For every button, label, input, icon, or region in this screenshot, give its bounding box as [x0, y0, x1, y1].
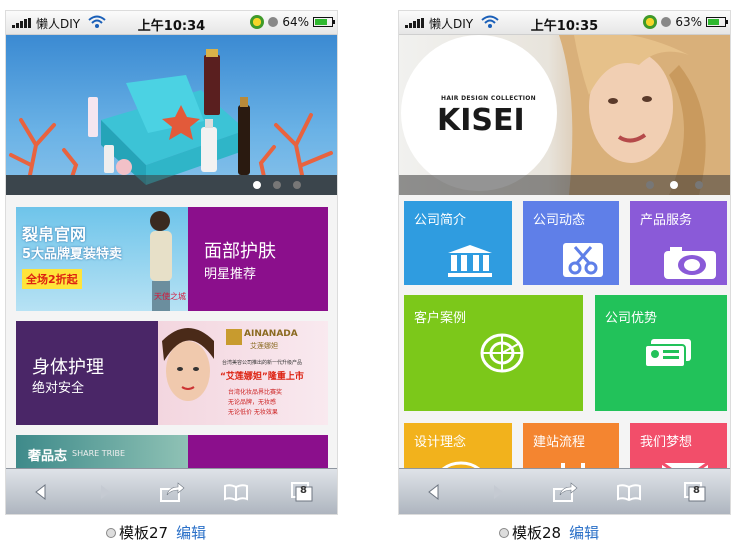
share-button[interactable]: [551, 479, 579, 505]
tile-label: 公司简介: [414, 213, 467, 228]
back-button[interactable]: [420, 479, 448, 505]
status-bar: 懒人DIY 上午10:35 63%: [399, 11, 730, 35]
ad-headline: “艾莲娜妲”隆重上市: [220, 372, 304, 382]
tile-face-care-panel: 面部护肤 明星推荐: [188, 207, 328, 311]
tile-label: 产品服务: [640, 213, 693, 228]
back-icon: [428, 484, 439, 500]
bookmarks-icon: [617, 484, 641, 501]
share-button[interactable]: [158, 479, 186, 505]
tile-label: 客户案例: [414, 311, 467, 326]
promo-subtitle: 5大品牌夏装特卖: [22, 247, 123, 262]
tile-label: 公司优势: [605, 311, 658, 326]
tile-company-advantage[interactable]: 公司优势: [595, 295, 727, 411]
tile-company-intro[interactable]: 公司简介: [404, 201, 512, 285]
slider-dot[interactable]: [293, 181, 301, 189]
slider-dot[interactable]: [273, 181, 281, 189]
ad-brand-cn: 艾莲娜妲: [250, 342, 278, 350]
share-icon: [553, 482, 578, 502]
camera-icon: [664, 247, 716, 279]
scissors-icon: [563, 243, 603, 277]
tabs-button[interactable]: 8: [288, 479, 316, 505]
battery-percent: 63%: [675, 15, 702, 29]
slider-dots: [399, 175, 730, 195]
tile-label: 建站流程: [533, 435, 586, 450]
back-button[interactable]: [27, 479, 55, 505]
banner-slider[interactable]: HAIR DESIGN COLLECTION KISEI: [399, 35, 730, 195]
forward-button[interactable]: [91, 479, 119, 505]
ad-line4: 无论品牌，无妆感: [228, 399, 277, 406]
slider-dot[interactable]: [253, 181, 261, 189]
forward-icon: [494, 485, 503, 499]
template-label: 模板27: [119, 524, 169, 542]
ad-image: AINANADA 艾莲娜妲 台湾美容公司推出的新一代升级产品 “艾莲娜妲”隆重上…: [158, 321, 328, 425]
tile-title: 面部护肤: [204, 241, 276, 262]
promo-badge: 全场2折起: [22, 269, 82, 289]
bookmarks-button[interactable]: [222, 479, 250, 505]
edit-link[interactable]: 编辑: [176, 522, 206, 543]
banner-brand: KISEI: [437, 103, 525, 138]
edit-link[interactable]: 编辑: [569, 522, 599, 543]
battery-percent: 64%: [282, 15, 309, 29]
tab-count: 8: [300, 485, 307, 496]
tile-face-care[interactable]: 裂帛官网 5大品牌夏装特卖 全场2折起 天使之城 面部护肤 明星推荐: [16, 207, 328, 311]
ad-line1: 台湾美容公司推出的新一代升级产品: [222, 360, 303, 366]
select-radio[interactable]: [106, 527, 116, 538]
share-icon: [160, 482, 185, 502]
tile-company-news[interactable]: 公司动态: [523, 201, 619, 285]
ad-brand: AINANADA: [244, 329, 298, 339]
select-radio[interactable]: [499, 527, 509, 538]
banner-slider[interactable]: [6, 35, 337, 195]
bookmarks-icon: [224, 484, 248, 501]
promo-tag: 天使之城: [154, 292, 186, 301]
slider-dot[interactable]: [695, 181, 703, 189]
ad-logo-icon: [226, 329, 242, 345]
lock-rotation-icon: [661, 17, 672, 27]
battery-icon: [706, 17, 728, 27]
building-icon: [448, 245, 492, 277]
template-label: 模板28: [512, 524, 562, 542]
bookmarks-button[interactable]: [615, 479, 643, 505]
promo-image: 裂帛官网 5大品牌夏装特卖 全场2折起 天使之城: [16, 207, 188, 311]
forward-button[interactable]: [484, 479, 512, 505]
tile-body-care-panel: 身体护理 绝对安全: [16, 321, 158, 425]
radar-icon: [480, 333, 524, 373]
tabs-button[interactable]: 8: [681, 479, 709, 505]
battery-icon: [313, 17, 335, 27]
slider-dots: [6, 175, 337, 195]
luxury-title: 奢品志: [28, 449, 68, 464]
luxury-subtitle: SHARE TRIBE: [72, 449, 126, 458]
back-icon: [35, 484, 46, 500]
tile-title: 身体护理: [32, 357, 104, 378]
model-face: [162, 328, 214, 401]
slider-dot[interactable]: [670, 181, 678, 189]
product-photo: [6, 49, 337, 195]
tile-subtitle: 明星推荐: [204, 267, 257, 282]
ad-line3: 台湾化妆品界比赛奖: [228, 389, 283, 396]
app-badge-icon: [250, 15, 265, 29]
phone-template-28: 懒人DIY 上午10:35 63% HAIR DESIGN COLLECTION…: [398, 10, 731, 515]
browser-toolbar: 8: [6, 468, 337, 514]
tile-client-cases[interactable]: 客户案例: [404, 295, 583, 411]
banner-small-text: HAIR DESIGN COLLECTION: [441, 95, 536, 102]
promo-title: 裂帛官网: [22, 225, 87, 244]
tile-subtitle: 绝对安全: [32, 381, 85, 396]
tile-label: 我们梦想: [640, 435, 693, 450]
tab-count: 8: [693, 485, 700, 496]
tile-label: 设计理念: [414, 435, 467, 450]
status-bar: 懒人DIY 上午10:34 64%: [6, 11, 337, 35]
id-card-icon: [645, 339, 691, 367]
caption-template-27: 模板27 编辑: [106, 522, 206, 543]
browser-toolbar: 8: [399, 468, 730, 514]
forward-icon: [101, 485, 110, 499]
tile-label: 公司动态: [533, 213, 586, 228]
ad-line5: 无论低价 无妆效果: [228, 409, 278, 416]
app-badge-icon: [643, 15, 658, 29]
lock-rotation-icon: [268, 17, 279, 27]
caption-template-28: 模板28 编辑: [499, 522, 599, 543]
slider-dot[interactable]: [646, 181, 654, 189]
tile-body-care[interactable]: 身体护理 绝对安全 AINANADA 艾莲娜妲 台湾美容公司推出的新一代升级产品…: [16, 321, 328, 425]
phone-template-27: 懒人DIY 上午10:34 64% 裂帛官网 5大品牌夏装特卖 全场2折起 天使…: [5, 10, 338, 515]
tile-product-service[interactable]: 产品服务: [630, 201, 727, 285]
